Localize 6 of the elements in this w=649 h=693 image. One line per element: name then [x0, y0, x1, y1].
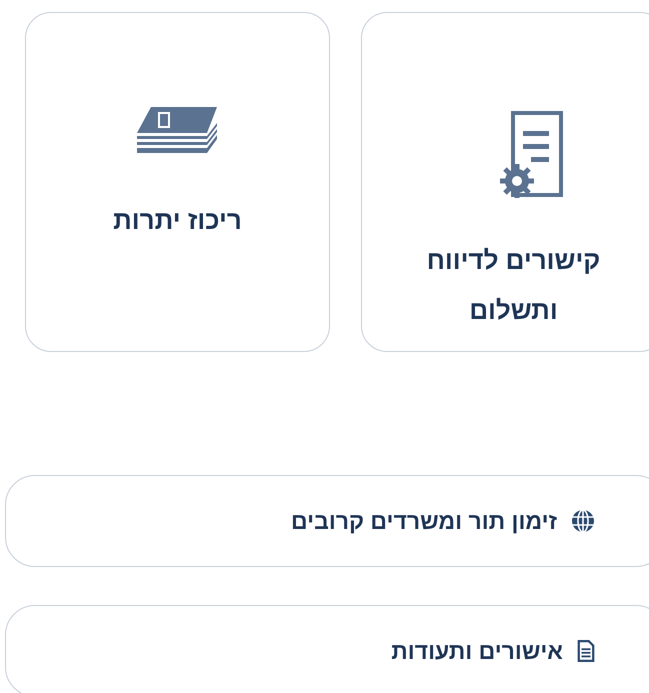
globe-icon [571, 509, 595, 533]
tile-button[interactable]: ריכוז יתרות [25, 12, 330, 352]
tile-button[interactable]: קישורים לדיווח ותשלום [361, 12, 649, 352]
document-icon [577, 639, 595, 663]
link-button[interactable]: אישורים ותעודות [5, 605, 649, 693]
link-button[interactable]: זימון תור ומשרדים קרובים [5, 475, 649, 567]
